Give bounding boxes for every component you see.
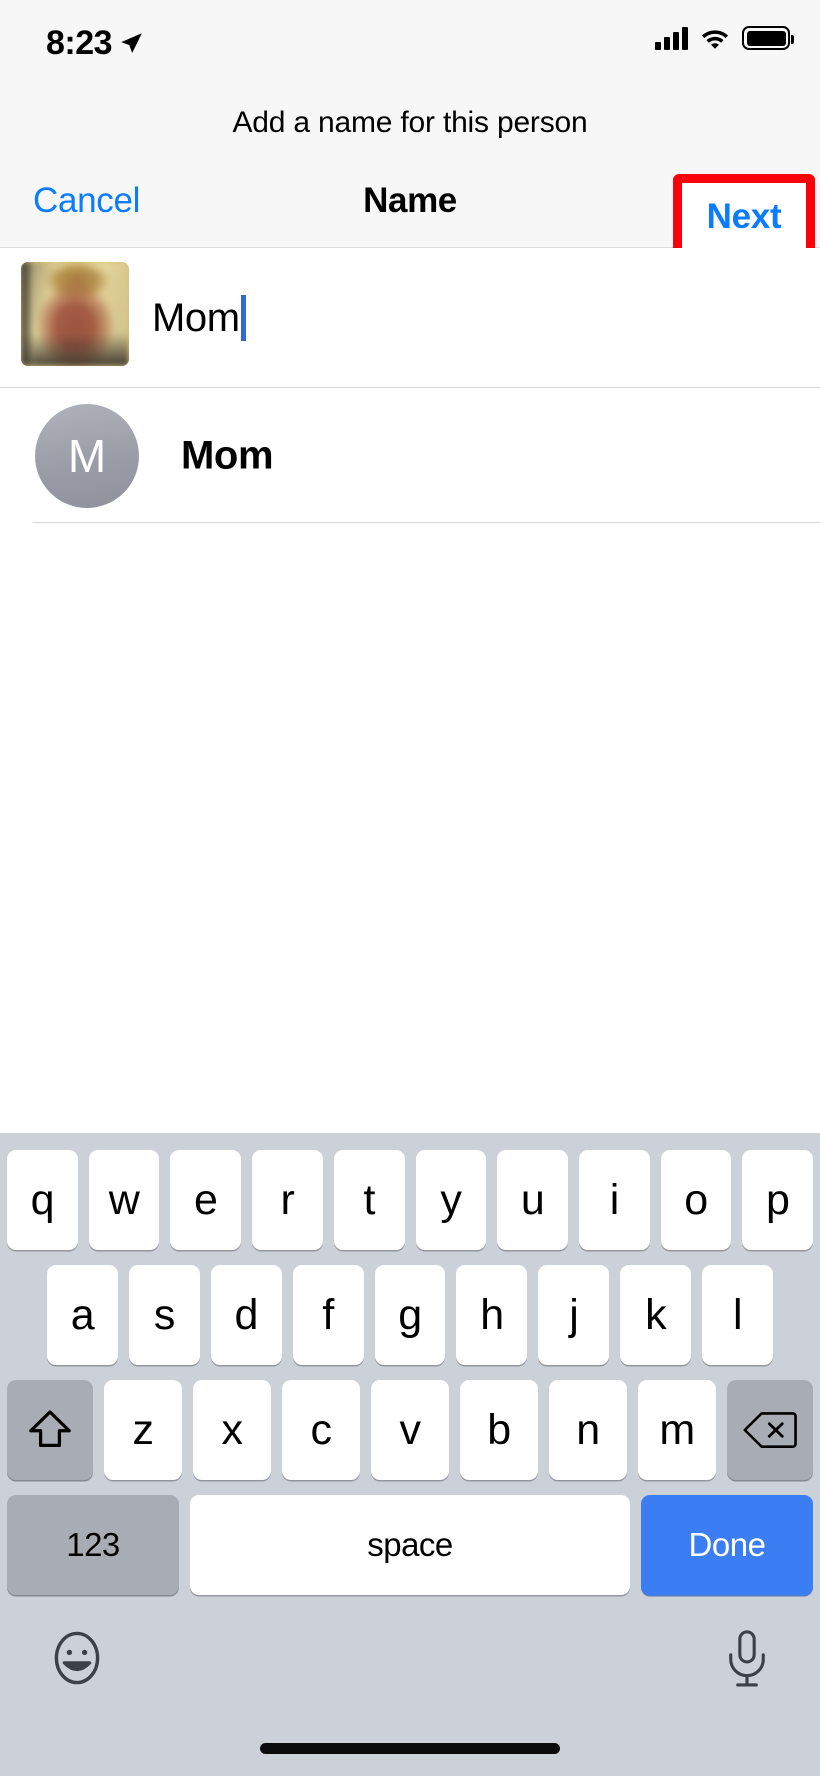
key-p[interactable]: p bbox=[742, 1150, 814, 1250]
empty-content-area bbox=[0, 523, 820, 1133]
key-d[interactable]: d bbox=[210, 1265, 282, 1365]
shift-key[interactable] bbox=[7, 1380, 93, 1480]
name-entry-row: Mom bbox=[0, 248, 820, 388]
key-f[interactable]: f bbox=[292, 1265, 364, 1365]
key-h[interactable]: h bbox=[456, 1265, 528, 1365]
prompt-text: Add a name for this person bbox=[232, 105, 588, 139]
page-title: Name bbox=[363, 181, 457, 220]
keyboard-bottom-bar bbox=[0, 1611, 820, 1776]
key-j[interactable]: j bbox=[538, 1265, 610, 1365]
key-x[interactable]: x bbox=[193, 1380, 271, 1480]
key-n[interactable]: n bbox=[549, 1380, 627, 1480]
key-c[interactable]: c bbox=[282, 1380, 360, 1480]
keyboard-row-3: z x c v b n m bbox=[0, 1380, 820, 1480]
next-button-container: Next bbox=[673, 174, 815, 259]
keyboard-row-4: 123 space Done bbox=[0, 1495, 820, 1595]
key-y[interactable]: y bbox=[415, 1150, 487, 1250]
space-key[interactable]: space bbox=[190, 1495, 630, 1595]
key-u[interactable]: u bbox=[497, 1150, 568, 1250]
status-bar-indicators bbox=[655, 26, 794, 50]
key-l[interactable]: l bbox=[702, 1265, 774, 1365]
key-o[interactable]: o bbox=[660, 1150, 732, 1250]
avatar: M bbox=[35, 404, 139, 508]
prompt-bar: Add a name for this person bbox=[0, 90, 820, 155]
key-w[interactable]: w bbox=[88, 1150, 160, 1250]
keyboard-row-1: q w e r t y u i o p bbox=[0, 1150, 820, 1250]
microphone-icon[interactable] bbox=[721, 1628, 773, 1690]
person-photo-thumbnail[interactable] bbox=[21, 262, 129, 366]
avatar-initial: M bbox=[67, 430, 107, 482]
numbers-key[interactable]: 123 bbox=[7, 1495, 179, 1595]
key-m[interactable]: m bbox=[638, 1380, 716, 1480]
navigation-bar: Cancel Name Next bbox=[0, 155, 820, 259]
on-screen-keyboard: q w e r t y u i o p a s d f g h j k l z … bbox=[0, 1133, 820, 1776]
text-cursor bbox=[240, 295, 246, 341]
iphone-screen: 8:23 Add a name for this person Cancel N… bbox=[0, 0, 820, 1776]
key-r[interactable]: r bbox=[252, 1150, 323, 1250]
key-s[interactable]: s bbox=[128, 1265, 200, 1365]
shift-arrow-icon bbox=[27, 1407, 73, 1453]
name-input-value: Mom bbox=[152, 296, 240, 340]
keyboard-row-2: a s d f g h j k l bbox=[0, 1265, 820, 1365]
key-q[interactable]: q bbox=[7, 1150, 78, 1250]
emoji-smiley-icon[interactable] bbox=[47, 1628, 107, 1688]
delete-backspace-icon bbox=[742, 1408, 798, 1452]
key-v[interactable]: v bbox=[371, 1380, 449, 1480]
key-a[interactable]: a bbox=[47, 1265, 118, 1365]
location-arrow-icon bbox=[118, 30, 144, 56]
key-e[interactable]: e bbox=[170, 1150, 242, 1250]
contact-suggestion-label: Mom bbox=[181, 433, 274, 478]
wifi-icon bbox=[700, 26, 730, 50]
status-bar-time: 8:23 bbox=[46, 24, 113, 62]
next-button[interactable]: Next bbox=[682, 183, 806, 250]
delete-key[interactable] bbox=[727, 1380, 813, 1480]
home-indicator[interactable] bbox=[260, 1743, 560, 1754]
key-g[interactable]: g bbox=[374, 1265, 446, 1365]
key-i[interactable]: i bbox=[578, 1150, 650, 1250]
status-bar: 8:23 bbox=[0, 0, 820, 90]
cancel-button[interactable]: Cancel bbox=[33, 181, 140, 221]
contact-suggestion-row[interactable]: M Mom bbox=[0, 389, 820, 523]
key-z[interactable]: z bbox=[104, 1380, 182, 1480]
name-input-field[interactable]: Mom bbox=[152, 248, 792, 388]
cellular-signal-icon bbox=[655, 26, 688, 50]
key-b[interactable]: b bbox=[460, 1380, 538, 1480]
key-k[interactable]: k bbox=[620, 1265, 692, 1365]
key-t[interactable]: t bbox=[333, 1150, 405, 1250]
done-key[interactable]: Done bbox=[641, 1495, 813, 1595]
battery-full-icon bbox=[742, 26, 794, 50]
